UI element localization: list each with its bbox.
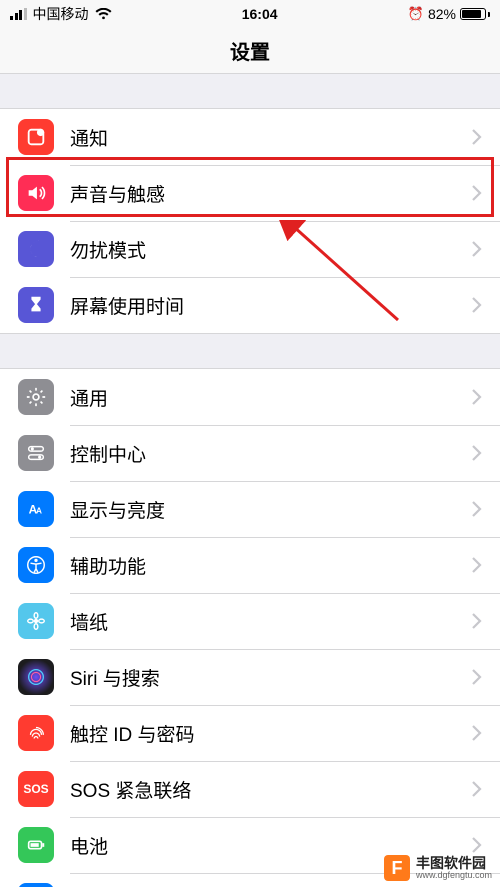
row-label: 通知	[70, 124, 466, 151]
watermark-logo: F	[384, 855, 410, 881]
watermark-name: 丰图软件园	[416, 856, 492, 871]
text-size-icon: AA	[18, 491, 54, 527]
chevron-right-icon	[466, 781, 500, 797]
row-label: 墙纸	[70, 608, 466, 635]
fingerprint-icon	[18, 715, 54, 751]
chevron-right-icon	[466, 613, 500, 629]
row-notifications[interactable]: 通知	[0, 109, 500, 165]
chevron-right-icon	[466, 185, 500, 201]
svg-text:A: A	[36, 507, 42, 516]
battery-icon	[460, 8, 490, 20]
status-left: 中国移动	[10, 4, 112, 24]
chevron-right-icon	[466, 501, 500, 517]
row-accessibility[interactable]: 辅助功能	[0, 537, 500, 593]
chevron-right-icon	[466, 837, 500, 853]
row-label: SOS 紧急联络	[70, 776, 466, 803]
row-sos[interactable]: SOS SOS 紧急联络	[0, 761, 500, 817]
row-label: 通用	[70, 384, 466, 411]
battery-pct: 82%	[428, 6, 456, 22]
flower-icon	[18, 603, 54, 639]
row-label: 显示与亮度	[70, 496, 466, 523]
row-general[interactable]: 通用	[0, 369, 500, 425]
chevron-right-icon	[466, 445, 500, 461]
row-touchid[interactable]: 触控 ID 与密码	[0, 705, 500, 761]
status-right: ⏰ 82%	[408, 6, 490, 22]
notifications-icon	[18, 119, 54, 155]
sos-text: SOS	[23, 782, 48, 796]
alarm-icon: ⏰	[408, 6, 424, 22]
row-siri[interactable]: Siri 与搜索	[0, 649, 500, 705]
chevron-right-icon	[466, 389, 500, 405]
accessibility-icon	[18, 547, 54, 583]
row-screentime[interactable]: 屏幕使用时间	[0, 277, 500, 333]
wifi-icon	[95, 8, 112, 21]
siri-icon	[18, 659, 54, 695]
moon-icon	[18, 231, 54, 267]
status-time: 16:04	[242, 6, 278, 22]
switches-icon	[18, 435, 54, 471]
page-title: 设置	[230, 36, 270, 65]
status-bar: 中国移动 16:04 ⏰ 82%	[0, 0, 500, 28]
settings-group-2: 通用 控制中心 AA 显示与亮度 辅助功能 墙纸 Siri 与搜索	[0, 368, 500, 887]
row-label: 触控 ID 与密码	[70, 720, 466, 747]
chevron-right-icon	[466, 241, 500, 257]
row-label: 声音与触感	[70, 180, 466, 207]
sos-icon: SOS	[18, 771, 54, 807]
carrier-label: 中国移动	[33, 4, 89, 24]
settings-group-1: 通知 声音与触感 勿扰模式 屏幕使用时间	[0, 108, 500, 334]
chevron-right-icon	[466, 297, 500, 313]
row-label: 辅助功能	[70, 552, 466, 579]
watermark: F 丰图软件园 www.dgfengtu.com	[384, 855, 492, 881]
watermark-logo-letter: F	[391, 858, 402, 879]
row-label: 控制中心	[70, 440, 466, 467]
row-label: Siri 与搜索	[70, 664, 466, 691]
watermark-url: www.dgfengtu.com	[416, 871, 492, 880]
row-controlcenter[interactable]: 控制中心	[0, 425, 500, 481]
hourglass-icon	[18, 287, 54, 323]
chevron-right-icon	[466, 557, 500, 573]
row-sounds[interactable]: 声音与触感	[0, 165, 500, 221]
nav-bar: 设置	[0, 28, 500, 74]
hand-icon	[18, 883, 54, 887]
row-dnd[interactable]: 勿扰模式	[0, 221, 500, 277]
row-label: 屏幕使用时间	[70, 292, 466, 319]
row-display[interactable]: AA 显示与亮度	[0, 481, 500, 537]
sounds-icon	[18, 175, 54, 211]
battery-row-icon	[18, 827, 54, 863]
row-label: 勿扰模式	[70, 236, 466, 263]
chevron-right-icon	[466, 725, 500, 741]
gear-icon	[18, 379, 54, 415]
chevron-right-icon	[466, 669, 500, 685]
chevron-right-icon	[466, 129, 500, 145]
signal-icon	[10, 8, 27, 20]
row-wallpaper[interactable]: 墙纸	[0, 593, 500, 649]
